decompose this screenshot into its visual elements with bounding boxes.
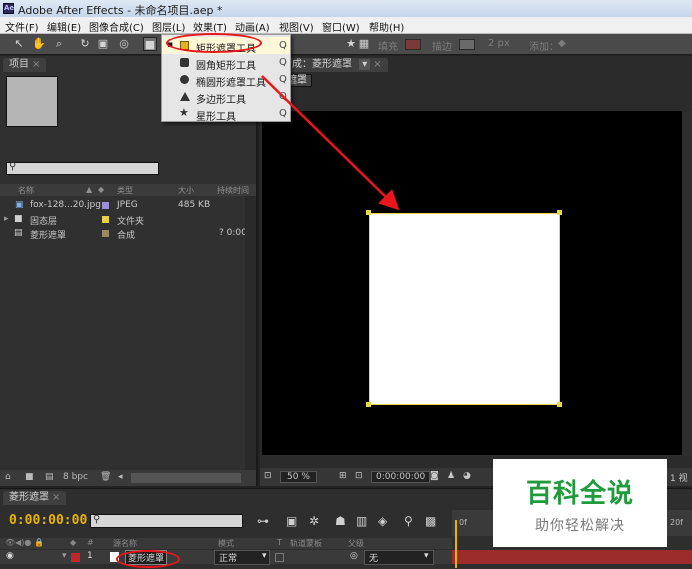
watermark-title: 百科全说: [525, 479, 634, 509]
watermark-subtitle: 助你轻松解决: [535, 518, 625, 534]
watermark-badge: 百科全说 助你轻松解决: [493, 459, 667, 547]
